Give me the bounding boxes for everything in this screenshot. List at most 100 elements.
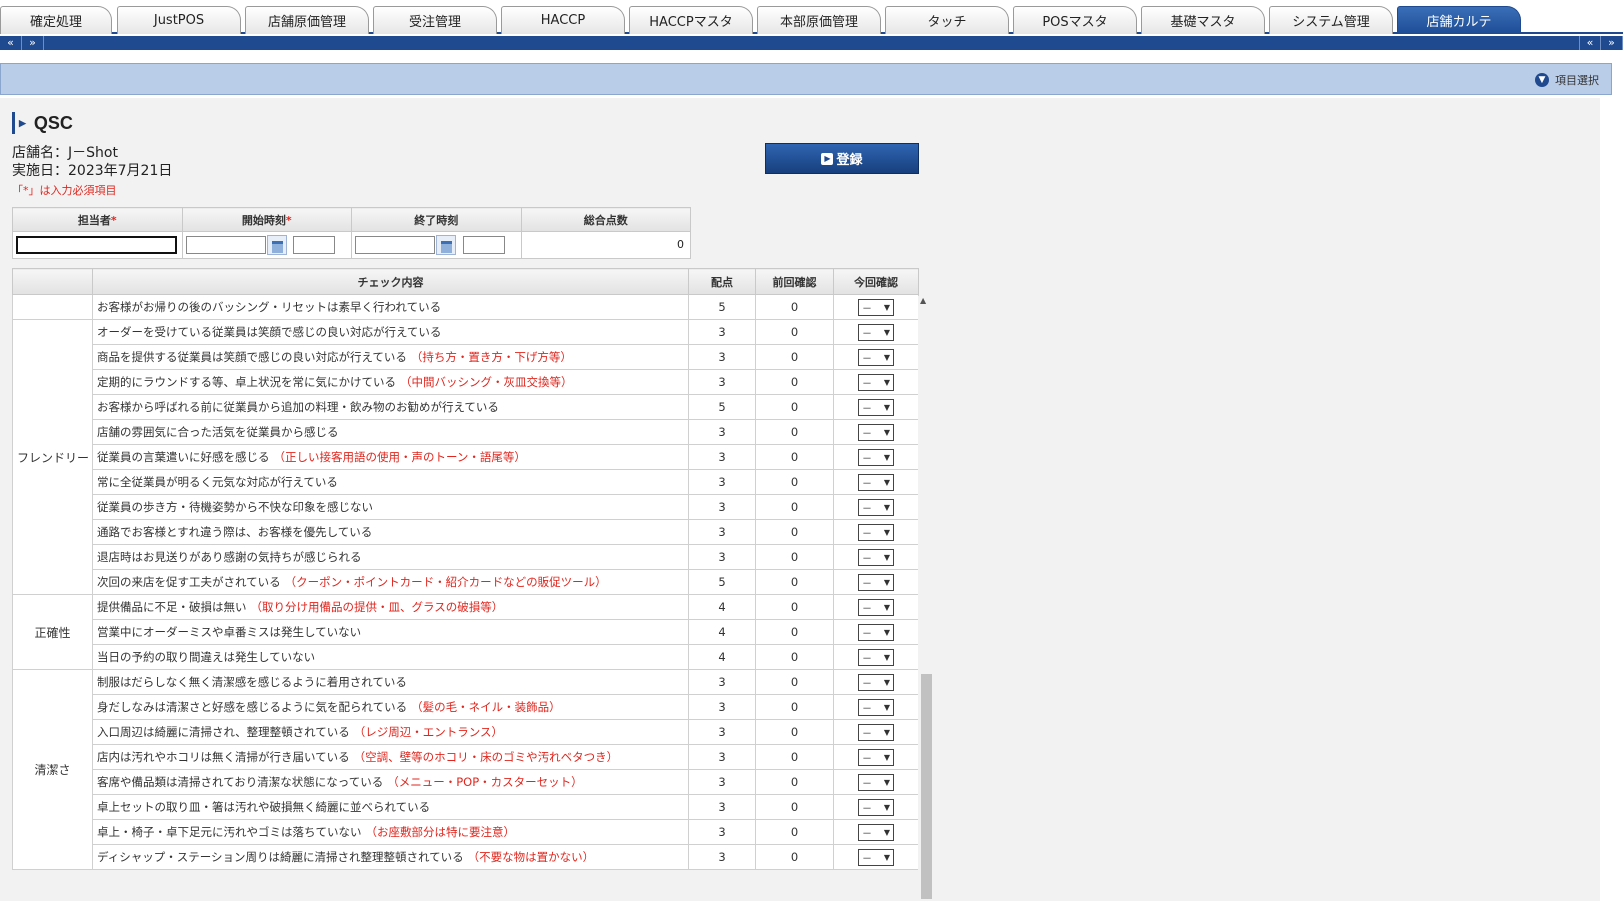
previous-cell: 0 xyxy=(755,344,834,370)
scroll-left-button-right[interactable]: « xyxy=(1579,36,1601,50)
current-check-select[interactable]: － ▼ xyxy=(858,548,894,566)
check-content-cell: 商品を提供する従業員は笑顔で感じの良い対応が行えている （持ち方・置き方・下げ方等… xyxy=(92,344,689,370)
current-check-select[interactable]: － ▼ xyxy=(858,723,894,741)
item-select-button[interactable]: ▼ 項目選択 xyxy=(1535,72,1599,88)
tab-8[interactable]: POSマスタ xyxy=(1013,6,1137,34)
current-check-select[interactable]: － ▼ xyxy=(858,598,894,616)
current-check-select[interactable]: － ▼ xyxy=(858,748,894,766)
check-content-cell: 卓上セットの取り皿・箸は汚れや破損無く綺麗に並べられている xyxy=(92,794,689,820)
chevron-down-icon: ▼ xyxy=(883,402,890,412)
current-check-select[interactable]: － ▼ xyxy=(858,448,894,466)
current-check-select[interactable]: － ▼ xyxy=(858,573,894,591)
current-check-select[interactable]: － ▼ xyxy=(858,373,894,391)
tab-1[interactable]: JustPOS xyxy=(117,6,241,34)
current-check-select[interactable]: － ▼ xyxy=(858,323,894,341)
table-row: 通路でお客様とすれ違う際は、お客様を優先している 3 0 － ▼ xyxy=(13,519,919,545)
start-date-input[interactable] xyxy=(185,236,266,254)
scroll-right-button-right[interactable]: » xyxy=(1601,36,1623,50)
tab-11[interactable]: 店舗カルテ xyxy=(1397,6,1521,34)
current-check-select[interactable]: － ▼ xyxy=(858,398,894,416)
tab-7[interactable]: タッチ xyxy=(885,6,1009,34)
check-item-text: お客様から呼ばれる前に従業員から追加の料理・飲み物のお勧めが行えている xyxy=(97,400,499,414)
scroll-left-button[interactable]: « xyxy=(0,36,22,50)
table-row: 退店時はお見送りがあり感謝の気持ちが感じられる 3 0 － ▼ xyxy=(13,544,919,570)
current-check-select[interactable]: － ▼ xyxy=(858,848,894,866)
tab-4[interactable]: HACCP xyxy=(501,6,625,34)
chevron-down-icon: ▼ xyxy=(883,502,890,512)
total-score-value: 0 xyxy=(677,238,684,251)
start-time-input[interactable] xyxy=(293,236,336,254)
select-value: － xyxy=(862,303,872,315)
current-cell: － ▼ xyxy=(833,369,919,395)
store-name: 店舗名：J－Shot xyxy=(12,145,118,161)
tab-2[interactable]: 店舗原価管理 xyxy=(245,6,369,34)
previous-cell: 0 xyxy=(755,794,834,820)
tab-5[interactable]: HACCPマスタ xyxy=(629,6,753,34)
previous-cell: 0 xyxy=(755,719,834,745)
current-check-select[interactable]: － ▼ xyxy=(858,773,894,791)
item-select-bar: ▼ 項目選択 xyxy=(0,63,1612,95)
start-time-header: 開始時刻* xyxy=(181,207,352,232)
title-arrow-icon: ▶ xyxy=(19,117,26,128)
previous-cell: 0 xyxy=(755,369,834,395)
tab-10[interactable]: システム管理 xyxy=(1269,6,1393,34)
current-check-select[interactable]: － ▼ xyxy=(858,498,894,516)
check-item-text: 入口周辺は綺麗に清掃され、整理整頓されている xyxy=(97,725,350,739)
current-check-select[interactable]: － ▼ xyxy=(858,423,894,441)
calendar-icon[interactable] xyxy=(436,235,456,255)
tab-9[interactable]: 基礎マスタ xyxy=(1141,6,1265,34)
current-check-select[interactable]: － ▼ xyxy=(858,648,894,666)
tab-6[interactable]: 本部原価管理 xyxy=(757,6,881,34)
current-check-select[interactable]: － ▼ xyxy=(858,698,894,716)
check-content-cell: お客様がお帰りの後のバッシング・リセットは素早く行われている xyxy=(92,294,689,320)
category-cell xyxy=(12,294,93,320)
current-check-select[interactable]: － ▼ xyxy=(858,298,894,316)
end-date-input[interactable] xyxy=(355,236,435,254)
end-time-header: 終了時刻 xyxy=(351,207,522,232)
end-time-input[interactable] xyxy=(462,236,505,254)
table-row: 当日の予約の取り間違えは発生していない 4 0 － ▼ xyxy=(13,644,919,670)
current-check-select[interactable]: － ▼ xyxy=(858,348,894,366)
chevron-down-icon: ▼ xyxy=(883,752,890,762)
previous-cell: 0 xyxy=(755,469,834,495)
scroll-up-arrow-icon[interactable]: ▲ xyxy=(920,296,926,305)
current-check-select[interactable]: － ▼ xyxy=(858,823,894,841)
current-check-select[interactable]: － ▼ xyxy=(858,798,894,816)
page-title: ▶ QSC xyxy=(12,112,73,134)
check-item-text: 営業中にオーダーミスや卓番ミスは発生していない xyxy=(97,625,362,639)
scroll-right-button[interactable]: » xyxy=(22,36,44,50)
check-content-cell: 従業員の言葉遣いに好感を感じる （正しい接客用語の使用・声のトーン・語尾等） xyxy=(92,444,689,470)
previous-cell: 0 xyxy=(755,619,834,645)
previous-cell: 0 xyxy=(755,294,834,320)
check-content-cell: 入口周辺は綺麗に清掃され、整理整頓されている （レジ周辺・エントランス） xyxy=(92,719,689,745)
previous-cell: 0 xyxy=(755,744,834,770)
start-time-cell xyxy=(181,231,352,259)
current-check-select[interactable]: － ▼ xyxy=(858,623,894,641)
points-cell: 3 xyxy=(688,844,756,870)
select-value: － xyxy=(862,553,872,565)
previous-cell: 0 xyxy=(755,594,834,620)
calendar-icon[interactable] xyxy=(266,235,287,255)
register-button[interactable]: ▶ 登録 xyxy=(765,143,919,174)
tab-3[interactable]: 受注管理 xyxy=(373,6,497,34)
chevron-down-icon: ▼ xyxy=(883,477,890,487)
select-value: － xyxy=(862,578,872,590)
select-value: － xyxy=(862,653,872,665)
current-check-select[interactable]: － ▼ xyxy=(858,523,894,541)
category-header xyxy=(12,268,93,295)
check-item-hint: （取り分け用備品の提供・皿、グラスの破損等） xyxy=(250,600,504,614)
current-cell: － ▼ xyxy=(833,594,919,620)
person-input[interactable] xyxy=(16,236,177,254)
check-item-hint: （髪の毛・ネイル・装飾品） xyxy=(411,700,561,714)
current-check-select[interactable]: － ▼ xyxy=(858,473,894,491)
current-cell: － ▼ xyxy=(833,569,919,595)
vertical-scrollbar[interactable]: ▲ xyxy=(918,296,932,901)
points-cell: 4 xyxy=(688,619,756,645)
scrollbar-thumb[interactable] xyxy=(921,674,932,899)
table-row: お客様から呼ばれる前に従業員から追加の料理・飲み物のお勧めが行えている 5 0 － ▼ xyxy=(13,394,919,420)
current-check-select[interactable]: － ▼ xyxy=(858,673,894,691)
tab-0[interactable]: 確定処理 xyxy=(0,6,112,34)
check-item-text: お客様がお帰りの後のバッシング・リセットは素早く行われている xyxy=(97,300,442,314)
table-row: 卓上・椅子・卓下足元に汚れやゴミは落ちていない （お座敷部分は特に要注意） 3 0 － ▼ xyxy=(13,819,919,845)
chevron-down-icon: ▼ xyxy=(883,727,890,737)
